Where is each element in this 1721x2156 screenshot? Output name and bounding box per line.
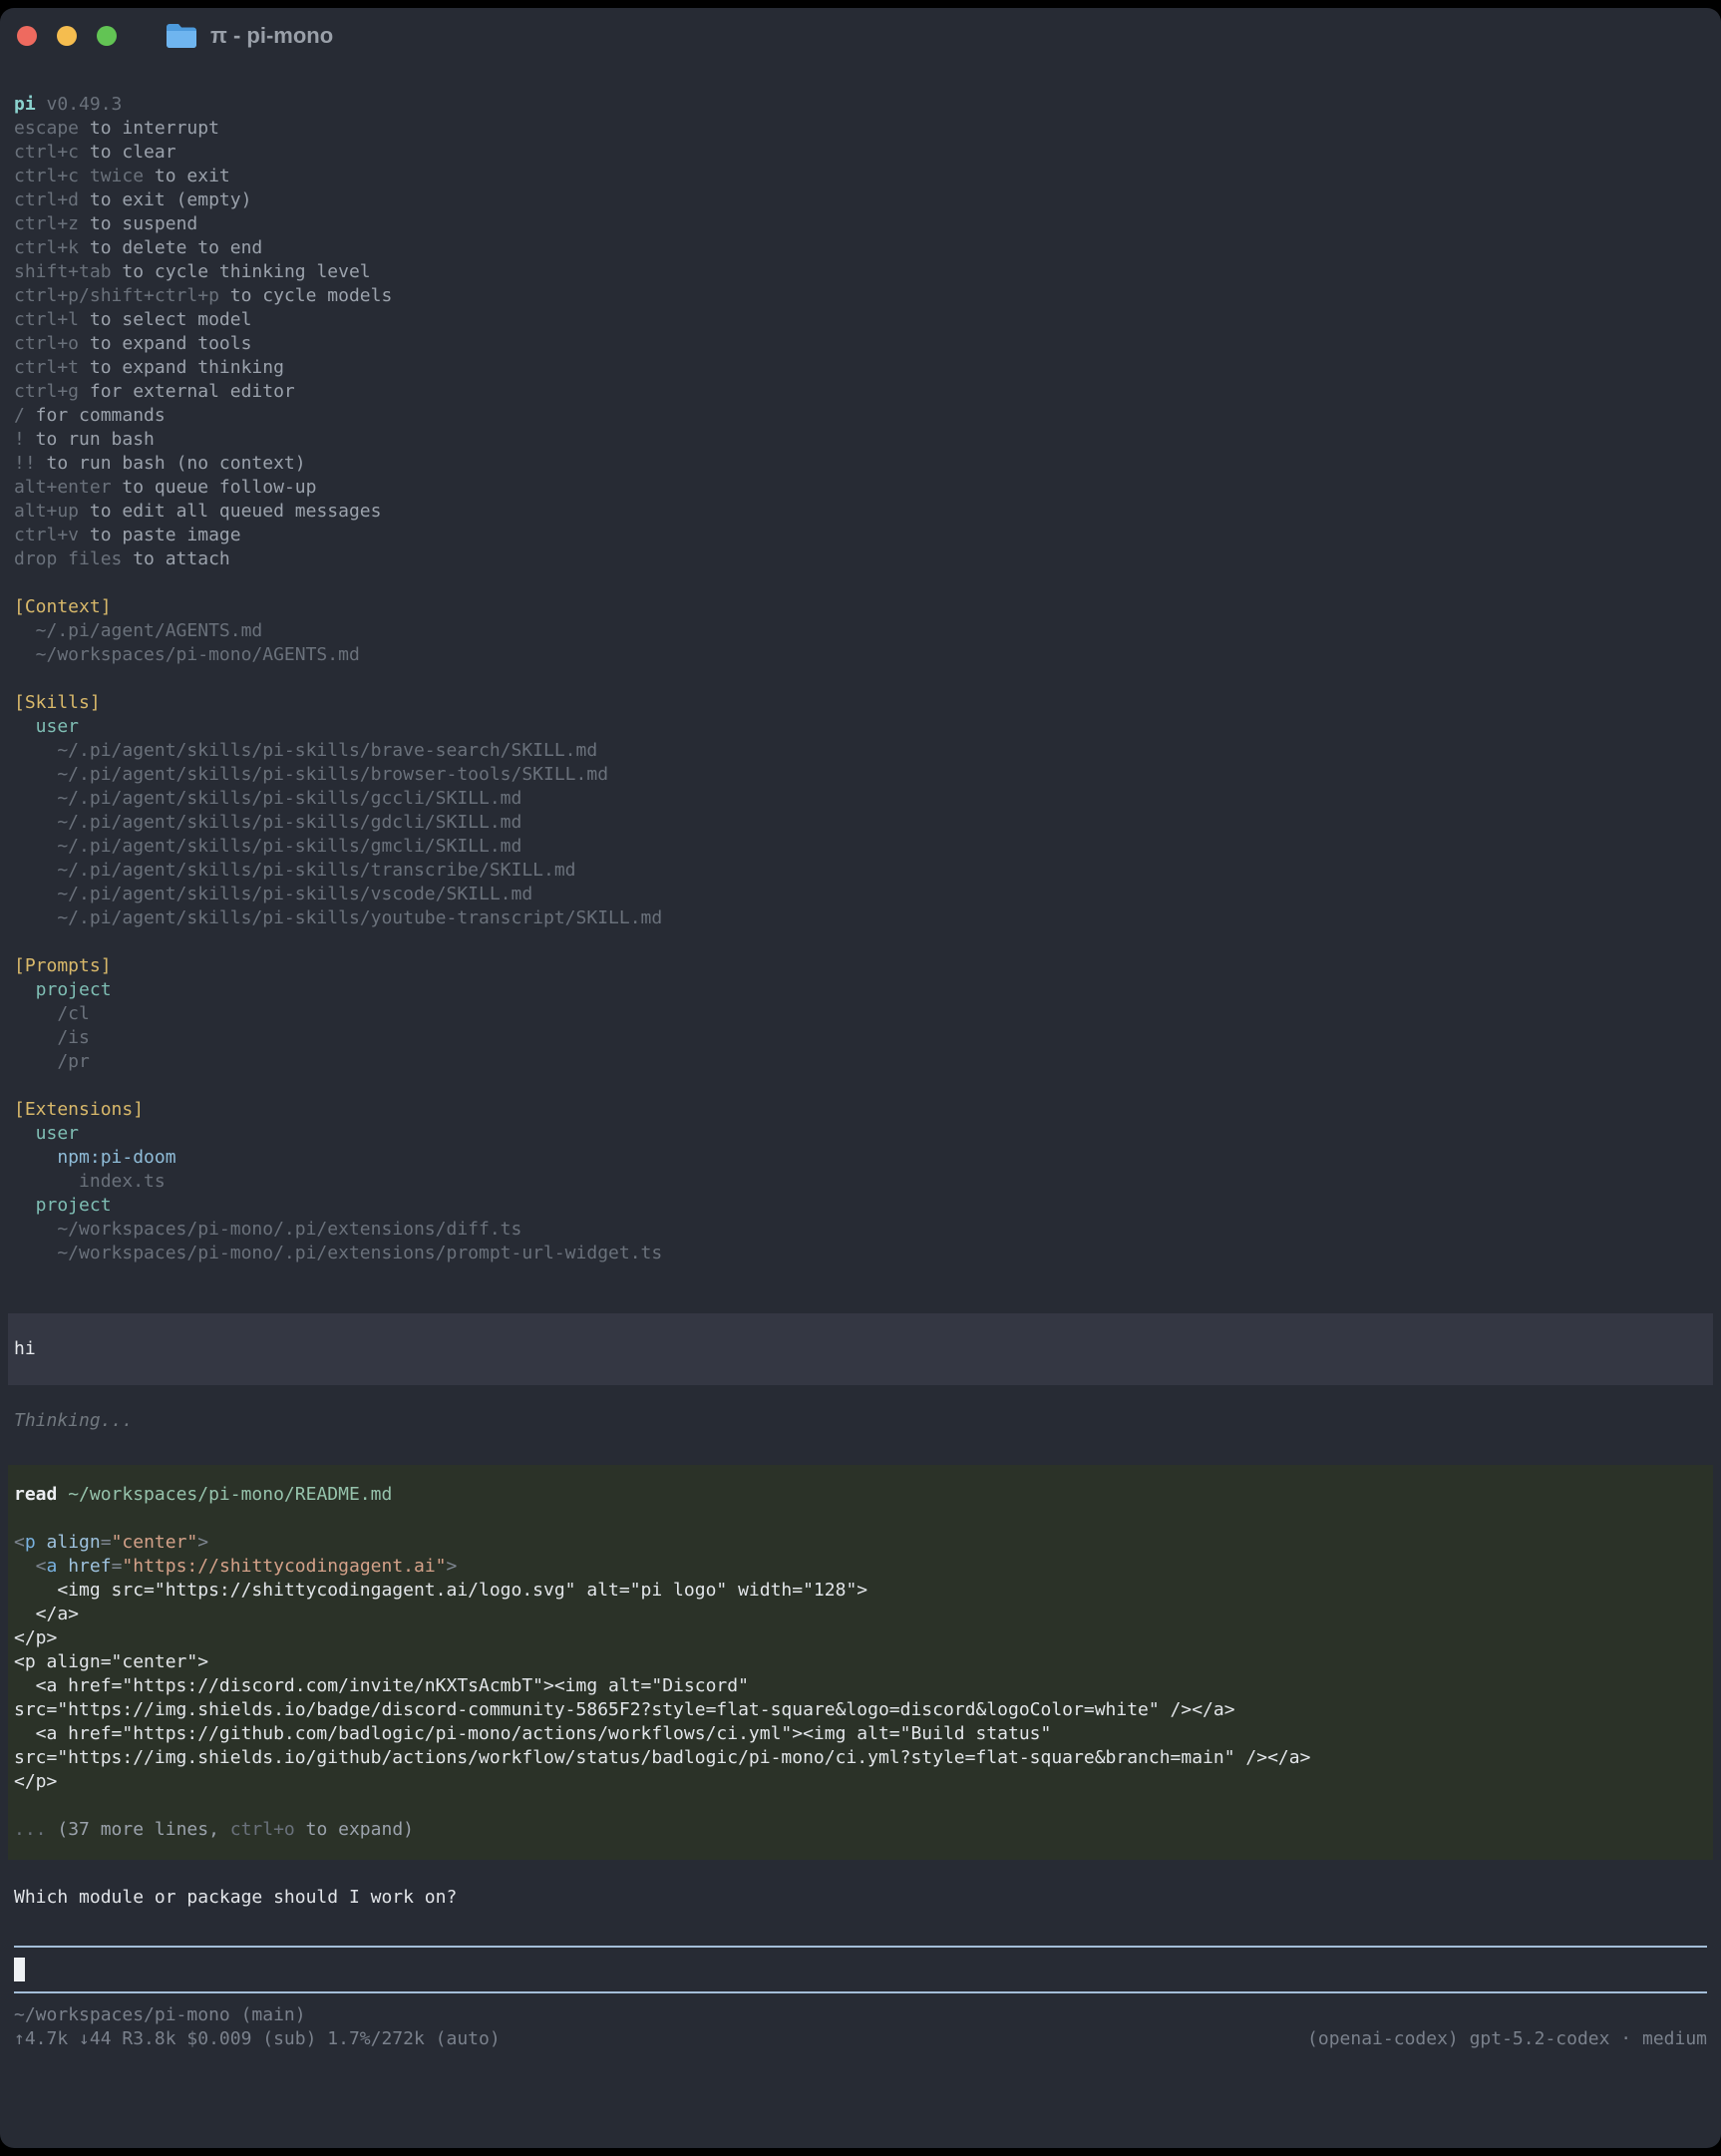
- prompts-section: [Prompts] project /cl /is /pr: [14, 954, 1707, 1074]
- help-line: !! to run bash (no context): [14, 452, 1707, 476]
- help-line: ctrl+o to expand tools: [14, 332, 1707, 356]
- tool-output-line: ... (37 more lines, ctrl+o to expand): [14, 1818, 1707, 1842]
- help-line: ctrl+c to clear: [14, 141, 1707, 165]
- tool-output-line: <p align="center">: [14, 1531, 1707, 1555]
- skill-line: ~/.pi/agent/skills/pi-skills/browser-too…: [14, 763, 1707, 787]
- skill-line: ~/.pi/agent/skills/pi-skills/gdcli/SKILL…: [14, 811, 1707, 835]
- prompt-line: /cl: [14, 1002, 1707, 1026]
- tool-output-line: </p>: [14, 1770, 1707, 1794]
- help-line: ctrl+v to paste image: [14, 524, 1707, 547]
- context-line: [Context]: [14, 595, 1707, 619]
- tool-output-line: <p align="center">: [14, 1650, 1707, 1674]
- tool-output-line: [14, 1507, 1707, 1531]
- extension-line: ~/workspaces/pi-mono/.pi/extensions/diff…: [14, 1218, 1707, 1242]
- prompt-line: project: [14, 978, 1707, 1002]
- model-info: (openai-codex) gpt-5.2-codex · medium: [1307, 2027, 1707, 2051]
- tool-output-line: <a href="https://github.com/badlogic/pi-…: [14, 1722, 1707, 1746]
- extension-line: index.ts: [14, 1170, 1707, 1194]
- status-row-cwd: ~/workspaces/pi-mono (main): [14, 2003, 1707, 2027]
- tool-output-line: </a>: [14, 1603, 1707, 1626]
- context-line: ~/workspaces/pi-mono/AGENTS.md: [14, 643, 1707, 667]
- skill-line: ~/.pi/agent/skills/pi-skills/youtube-tra…: [14, 906, 1707, 930]
- thinking-indicator: Thinking...: [14, 1409, 1707, 1433]
- help-line: ctrl+l to select model: [14, 308, 1707, 332]
- help-line: ctrl+g for external editor: [14, 380, 1707, 404]
- skill-line: [Skills]: [14, 691, 1707, 715]
- extension-line: user: [14, 1122, 1707, 1146]
- context-section: [Context] ~/.pi/agent/AGENTS.md ~/worksp…: [14, 595, 1707, 667]
- skills-section: [Skills] user ~/.pi/agent/skills/pi-skil…: [14, 691, 1707, 930]
- skill-line: ~/.pi/agent/skills/pi-skills/gccli/SKILL…: [14, 787, 1707, 811]
- titlebar: π - pi-mono: [0, 8, 1721, 64]
- usage-stats: ↑4.7k ↓44 R3.8k $0.009 (sub) 1.7%/272k (…: [14, 2027, 501, 2051]
- help-line: ctrl+k to delete to end: [14, 236, 1707, 260]
- status-bar: ~/workspaces/pi-mono (main) ↑4.7k ↓44 R3…: [14, 2003, 1707, 2051]
- text-cursor: [14, 1958, 25, 1981]
- extensions-section: [Extensions] user npm:pi-doom index.ts p…: [14, 1098, 1707, 1265]
- help-line: / for commands: [14, 404, 1707, 428]
- help-line: ctrl+d to exit (empty): [14, 188, 1707, 212]
- tool-output-line: src="https://img.shields.io/github/actio…: [14, 1746, 1707, 1770]
- tool-read-panel: read ~/workspaces/pi-mono/README.md <p a…: [8, 1465, 1713, 1860]
- extension-line: ~/workspaces/pi-mono/.pi/extensions/prom…: [14, 1242, 1707, 1265]
- context-line: ~/.pi/agent/AGENTS.md: [14, 619, 1707, 643]
- help-line: drop files to attach: [14, 547, 1707, 571]
- window-title: π - pi-mono: [210, 8, 333, 64]
- help-line: ctrl+p/shift+ctrl+p to cycle models: [14, 284, 1707, 308]
- minimize-button[interactable]: [57, 26, 77, 46]
- skill-line: user: [14, 715, 1707, 739]
- tool-output-line: <img src="https://shittycodingagent.ai/l…: [14, 1579, 1707, 1603]
- help-line: ctrl+c twice to exit: [14, 165, 1707, 188]
- zoom-button[interactable]: [97, 26, 117, 46]
- tool-output-line: </p>: [14, 1626, 1707, 1650]
- help-line: ! to run bash: [14, 428, 1707, 452]
- terminal-content: pi v0.49.3escape to interruptctrl+c to c…: [0, 93, 1721, 2051]
- prompt-input[interactable]: [14, 1946, 1707, 1993]
- help-line: escape to interrupt: [14, 117, 1707, 141]
- tool-output-line: [14, 1794, 1707, 1818]
- tool-output-line: src="https://img.shields.io/badge/discor…: [14, 1698, 1707, 1722]
- tool-output-line: read ~/workspaces/pi-mono/README.md: [14, 1483, 1707, 1507]
- prompt-line: /pr: [14, 1050, 1707, 1074]
- assistant-message: Which module or package should I work on…: [14, 1886, 1707, 1910]
- status-row-usage: ↑4.7k ↓44 R3.8k $0.009 (sub) 1.7%/272k (…: [14, 2027, 1707, 2051]
- prompt-line: [Prompts]: [14, 954, 1707, 978]
- user-message-panel: hi: [8, 1313, 1713, 1385]
- tool-output-line: <a href="https://shittycodingagent.ai">: [14, 1555, 1707, 1579]
- terminal-window: π - pi-mono pi v0.49.3escape to interrup…: [0, 8, 1721, 2148]
- extension-line: npm:pi-doom: [14, 1146, 1707, 1170]
- close-button[interactable]: [17, 26, 37, 46]
- traffic-lights: [0, 26, 117, 46]
- help-line: ctrl+t to expand thinking: [14, 356, 1707, 380]
- help-line: shift+tab to cycle thinking level: [14, 260, 1707, 284]
- skill-line: ~/.pi/agent/skills/pi-skills/transcribe/…: [14, 859, 1707, 883]
- folder-icon: [165, 22, 198, 50]
- tool-output-line: <a href="https://discord.com/invite/nKXT…: [14, 1674, 1707, 1698]
- help-line: alt+enter to queue follow-up: [14, 476, 1707, 500]
- user-message-text: hi: [14, 1337, 1707, 1361]
- extension-line: [Extensions]: [14, 1098, 1707, 1122]
- skill-line: ~/.pi/agent/skills/pi-skills/vscode/SKIL…: [14, 883, 1707, 906]
- extension-line: project: [14, 1194, 1707, 1218]
- help-line: ctrl+z to suspend: [14, 212, 1707, 236]
- skill-line: ~/.pi/agent/skills/pi-skills/gmcli/SKILL…: [14, 835, 1707, 859]
- skill-line: ~/.pi/agent/skills/pi-skills/brave-searc…: [14, 739, 1707, 763]
- help-line: alt+up to edit all queued messages: [14, 500, 1707, 524]
- help-block: pi v0.49.3escape to interruptctrl+c to c…: [14, 93, 1707, 571]
- cwd-branch: ~/workspaces/pi-mono (main): [14, 2003, 306, 2027]
- prompt-line: /is: [14, 1026, 1707, 1050]
- help-line: pi v0.49.3: [14, 93, 1707, 117]
